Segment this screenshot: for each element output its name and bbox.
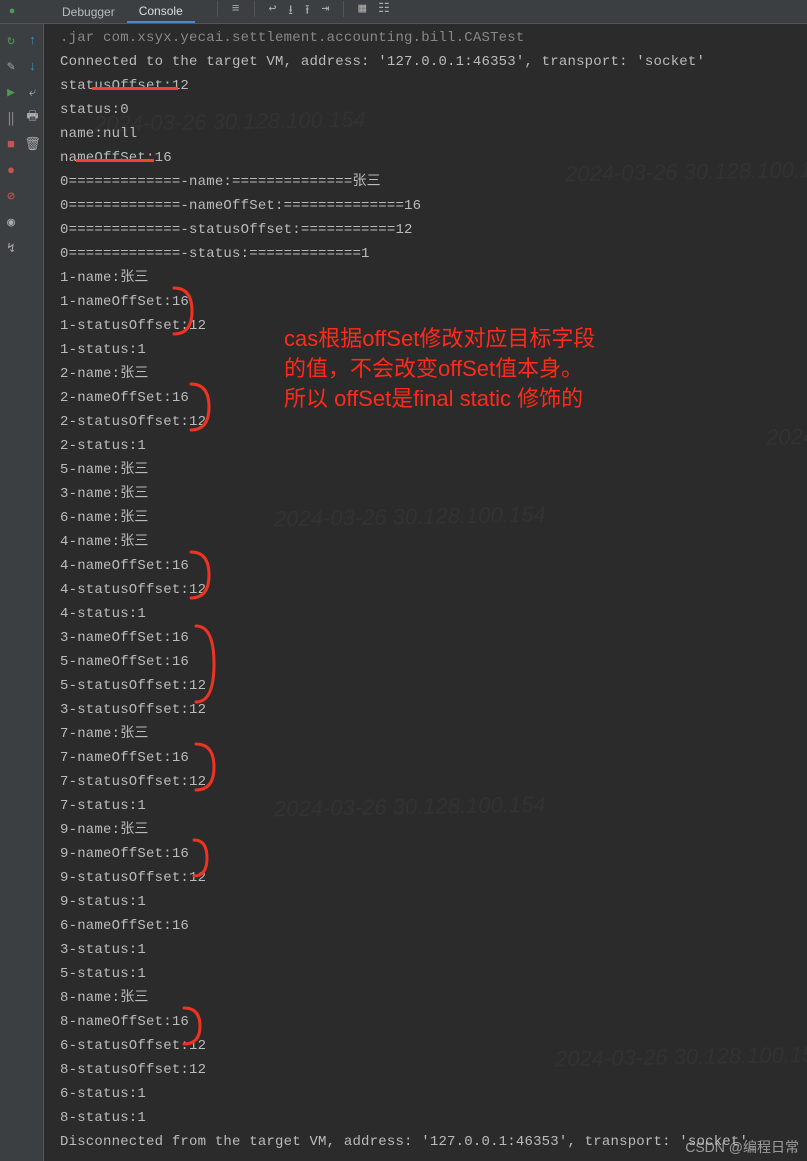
console-line: 7-name:张三 [60,722,807,746]
console-line: 3-status:1 [60,938,807,962]
up-icon[interactable]: ↑ [25,32,41,48]
watermark: 2024-03 [766,423,807,450]
stop-icon[interactable]: ■ [3,136,19,152]
console-line: 2-status:1 [60,434,807,458]
console-line: 5-status:1 [60,962,807,986]
red-bracket [189,382,219,432]
red-bracket [194,742,224,792]
annotation-line-3: 所以 offSet是final static 修饰的 [284,384,595,414]
console-line: 5-nameOffSet:16 [60,650,807,674]
separator [343,1,344,17]
debug-toolbar: ● Debugger Console ≡ ↩ ⭳ ⭱ ⇥ ▦ ☷ [0,0,807,24]
trash-icon[interactable]: 🗑 [25,136,41,152]
watermark: 2024-03-26 30.128.100.154 [94,107,366,138]
console-line: 0=============-statusOffset:===========1… [60,218,807,242]
console-line: 4-statusOffset:12 [60,578,807,602]
console-line: 4-name:张三 [60,530,807,554]
mute-icon[interactable]: ⊘ [3,188,19,204]
console-line: 3-name:张三 [60,482,807,506]
console-line: statusOffset:12 [60,74,807,98]
resume-icon[interactable]: ▶ [3,84,19,100]
layout-icon[interactable]: ▦ [358,1,366,23]
pause-icon[interactable]: ‖ [3,110,19,126]
annotation-line-1: cas根据offSet修改对应目标字段 [284,324,595,354]
console-line: 8-name:张三 [60,986,807,1010]
tab-console[interactable]: Console [127,1,195,23]
watermark: 2024-03-26 30.128.100.154 [565,157,807,188]
watermark: 2024-03-26 30.128.100.154 [274,502,546,533]
annotation-text: cas根据offSet修改对应目标字段 的值，不会改变offSet值本身。 所以… [284,324,595,414]
console-line: 5-name:张三 [60,458,807,482]
console-line: 3-nameOffSet:16 [60,626,807,650]
console-line: 9-statusOffset:12 [60,866,807,890]
console-line: 6-status:1 [60,1082,807,1106]
red-underline [92,87,178,90]
settings-icon[interactable]: ↯ [3,240,19,256]
console-line: .jar com.xsyx.yecai.settlement.accountin… [60,26,807,50]
console-line: 5-statusOffset:12 [60,674,807,698]
red-bracket [182,1006,207,1046]
download-icon[interactable]: ⭳ [288,1,293,23]
down-icon[interactable]: ↓ [25,58,41,74]
wrap-icon[interactable]: ↩ [269,1,277,23]
layout2-icon[interactable]: ☷ [378,1,390,23]
annotation-line-2: 的值，不会改变offSet值本身。 [284,354,595,384]
left-gutter-2: ↑ ↓ ⤶ 🖶 🗑 [22,24,44,1161]
console-toolbar: ≡ ↩ ⭳ ⭱ ⇥ ▦ ☷ [215,1,390,23]
csdn-watermark: CSDN @编程日常 [685,1137,799,1157]
red-bracket [192,838,212,878]
watermark: 2024-03-26 30.128.100.154 [555,1042,807,1073]
console-line: 8-nameOffSet:16 [60,1010,807,1034]
debug-tabs: Debugger Console [50,1,195,23]
watermark: 2024-03-26 30.128.100.154 [274,792,546,823]
red-bracket [172,286,202,336]
separator [254,1,255,17]
console-line: 9-name:张三 [60,818,807,842]
console-line: 7-statusOffset:12 [60,770,807,794]
console-line: 8-status:1 [60,1106,807,1130]
run-status-icon: ● [4,4,20,20]
scroll-end-icon[interactable]: 🖶 [25,110,41,126]
upload-icon[interactable]: ⭱ [305,1,310,23]
console-output[interactable]: 2024-03-26 30.128.100.154 2024-03-26 30.… [44,24,807,1161]
camera-icon[interactable]: ◉ [3,214,19,230]
console-line: 4-status:1 [60,602,807,626]
console-line: 0=============-nameOffSet:==============… [60,194,807,218]
console-line: 7-nameOffSet:16 [60,746,807,770]
red-underline [76,159,154,162]
red-bracket [189,550,219,600]
left-gutter: ↻ ✎ ▶ ‖ ■ ● ⊘ ◉ ↯ [0,24,22,1161]
tab-debugger-label: Debugger [62,5,115,19]
filter-icon[interactable]: ≡ [232,1,240,23]
console-line: 6-nameOffSet:16 [60,914,807,938]
separator [217,1,218,17]
console-line: 9-nameOffSet:16 [60,842,807,866]
console-line: 9-status:1 [60,890,807,914]
rerun-icon[interactable]: ↻ [3,32,19,48]
console-line: Connected to the target VM, address: '12… [60,50,807,74]
red-bracket [194,624,224,704]
console-line: 4-nameOffSet:16 [60,554,807,578]
wrap-icon[interactable]: ⤶ [25,84,41,100]
console-line: 0=============-status:=============1 [60,242,807,266]
tab-console-label: Console [139,4,183,18]
modify-run-icon[interactable]: ✎ [3,58,19,74]
tab-debugger[interactable]: Debugger [50,2,127,22]
view-breakpoints-icon[interactable]: ● [3,162,19,178]
console-line: 3-statusOffset:12 [60,698,807,722]
scroll-icon[interactable]: ⇥ [322,1,330,23]
